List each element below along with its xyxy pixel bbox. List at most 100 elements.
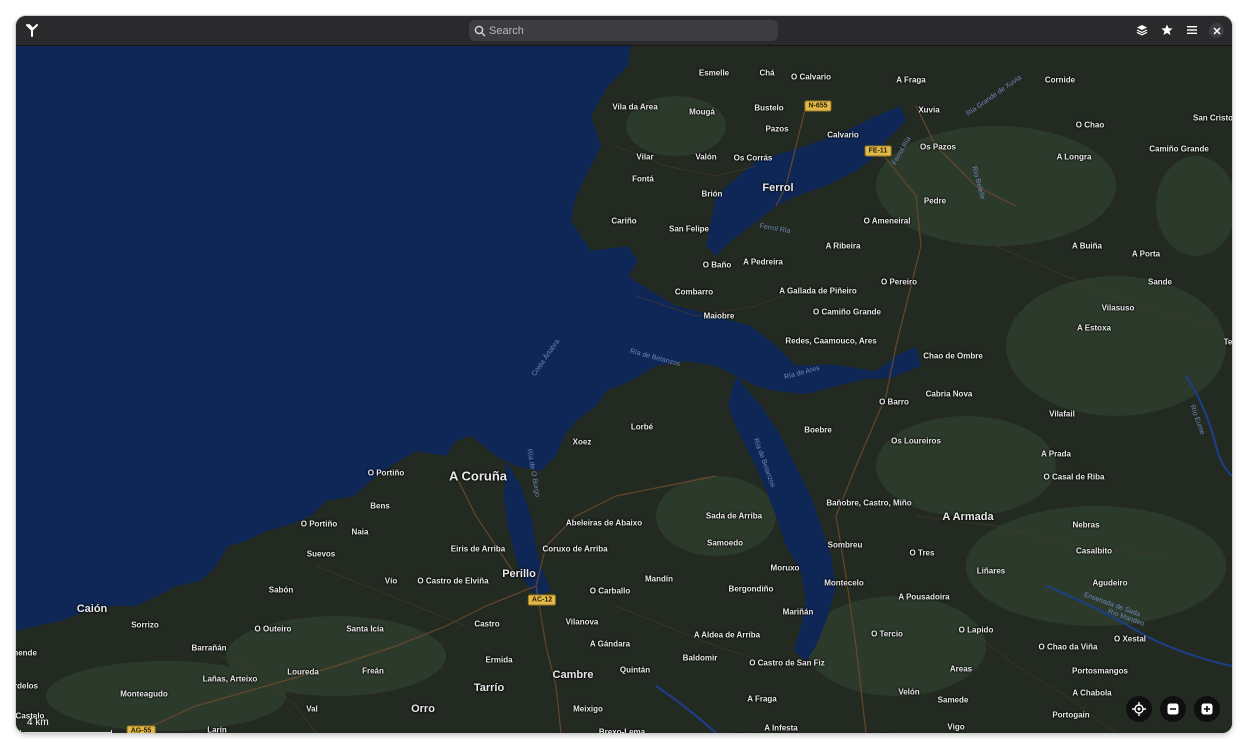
place-label: O Pereiro xyxy=(880,277,918,287)
place-label: A Ribeira xyxy=(825,241,861,251)
place-label: Vila da Area xyxy=(612,102,658,112)
place-label: Vigo xyxy=(947,722,965,732)
place-label: Pedre xyxy=(923,196,947,206)
place-label: Queiris xyxy=(866,733,894,734)
place-label: rdelos xyxy=(16,681,39,691)
minus-icon xyxy=(1167,703,1179,715)
place-label: A Longra xyxy=(1056,152,1092,162)
place-label: Maiobre xyxy=(703,311,735,321)
place-label: O Baño xyxy=(702,260,732,270)
close-button[interactable] xyxy=(1209,23,1224,38)
app-window: A Coruña Ferrol Perillo A Armada Cambre Orro T… xyxy=(16,16,1232,733)
place-label: Xoez xyxy=(572,437,592,447)
place-label: Samede xyxy=(937,695,969,705)
place-label: A Fraga xyxy=(896,75,926,85)
city-label: A Armada xyxy=(942,511,994,523)
plus-icon xyxy=(1201,703,1213,715)
search-bar[interactable] xyxy=(469,20,778,41)
place-label: Cornide xyxy=(1044,75,1076,85)
place-label: O Castro de San Fiz xyxy=(749,658,825,668)
place-label: O Castro de Elviña xyxy=(417,576,489,586)
star-icon[interactable] xyxy=(1159,22,1175,38)
place-label: Larín xyxy=(207,725,227,734)
place-label: A Infesta xyxy=(764,723,798,733)
app-logo-icon[interactable] xyxy=(24,22,40,38)
place-label: Moruxo xyxy=(770,563,800,573)
search-input[interactable] xyxy=(489,20,769,41)
zoom-out-button[interactable] xyxy=(1160,696,1186,722)
place-label: Mariñán xyxy=(782,607,814,617)
water-label: Río Eume xyxy=(1188,404,1206,436)
locate-button[interactable] xyxy=(1126,696,1152,722)
city-label: Ferrol xyxy=(762,182,794,194)
place-label: Pazos xyxy=(765,124,789,134)
place-label: Chao de Ombre xyxy=(923,351,983,361)
map-labels-layer: A Coruña Ferrol Perillo A Armada Cambre Orro T… xyxy=(16,46,1232,733)
place-label: Baldomir xyxy=(682,653,718,663)
road-shield: AC-12 xyxy=(527,594,557,606)
place-label: Mandín xyxy=(645,574,673,584)
menu-icon[interactable] xyxy=(1184,22,1200,38)
place-label: Freán xyxy=(362,666,384,676)
place-label: Abeleiras de Abaixo xyxy=(565,518,643,528)
place-label: Bens xyxy=(370,501,390,511)
water-label: Río Belelle xyxy=(970,165,986,201)
place-label: Sombreu xyxy=(827,540,863,550)
place-label: Castro xyxy=(474,619,500,629)
place-label: Os Pazos xyxy=(919,142,957,152)
place-label: O Xestal xyxy=(1113,634,1147,644)
place-label: O Ameneiral xyxy=(863,216,911,226)
place-label: Lañas, Arteixo xyxy=(202,674,258,684)
place-label: O Chao da Viña xyxy=(1038,642,1098,652)
place-label: Coruxo de Arriba xyxy=(542,544,608,554)
water-label: Ría Grande de Xuvia xyxy=(965,74,1023,118)
city-label: A Coruña xyxy=(448,468,508,484)
place-label: O Tres xyxy=(909,548,935,558)
place-label: O Casal de Riba xyxy=(1043,472,1105,482)
water-label: Costa Ártabra xyxy=(530,338,562,378)
place-label: Combarro xyxy=(674,287,714,297)
place-label: A Chabola xyxy=(1072,688,1112,698)
zoom-in-button[interactable] xyxy=(1194,696,1220,722)
place-label: Sada de Arriba xyxy=(705,511,763,521)
road-shield: N-655 xyxy=(804,100,832,112)
place-label: Barrañán xyxy=(191,643,227,653)
place-label: Ermida xyxy=(485,655,513,665)
place-label: Xuvia xyxy=(918,105,940,115)
place-label: Calvario xyxy=(827,130,859,140)
map-canvas[interactable]: A Coruña Ferrol Perillo A Armada Cambre Orro T… xyxy=(16,46,1232,733)
place-label: Agudeiro xyxy=(1092,578,1128,588)
place-label: Piadela xyxy=(736,733,764,734)
place-label: Cariño xyxy=(611,216,637,226)
place-label: O Portiño xyxy=(367,468,405,478)
place-label: Sabón xyxy=(268,585,294,595)
road-shield: FE-11 xyxy=(864,145,892,157)
place-label: Santa Icía xyxy=(346,624,384,634)
scale-line xyxy=(20,730,112,733)
place-label: Vilafail xyxy=(1049,409,1075,419)
place-label: San Cristo xyxy=(1192,113,1232,123)
place-label: A Gándara xyxy=(589,639,631,649)
place-label: Lorbé xyxy=(630,422,654,432)
place-label: Loureda xyxy=(287,667,319,677)
place-label: Bustelo xyxy=(754,103,784,113)
place-label: A Aldea de Arriba xyxy=(693,630,761,640)
place-label: Nebras xyxy=(1072,520,1100,530)
place-label: O Outeiro xyxy=(254,624,292,634)
place-label: Redes, Caamouco, Ares xyxy=(785,336,877,346)
scale-bar: 4 km xyxy=(16,711,116,733)
place-label: Baňobre, Castro, Miño xyxy=(826,498,912,508)
layers-icon[interactable] xyxy=(1134,22,1150,38)
place-label: A Pousadoira xyxy=(898,592,950,602)
place-label: Quintán xyxy=(619,665,651,675)
city-label: Perillo xyxy=(502,568,536,580)
water-label: Ferrol Ría xyxy=(759,222,791,236)
place-label: Velón xyxy=(898,687,920,697)
place-label: Meixigo xyxy=(573,704,603,714)
place-label: Portogain xyxy=(1052,710,1090,720)
place-label: A Porta xyxy=(1131,249,1161,259)
place-label: Eiris de Arriba xyxy=(450,544,506,554)
city-label: Cambre xyxy=(552,669,594,681)
titlebar xyxy=(16,16,1232,46)
place-label: O Barro xyxy=(879,397,909,407)
